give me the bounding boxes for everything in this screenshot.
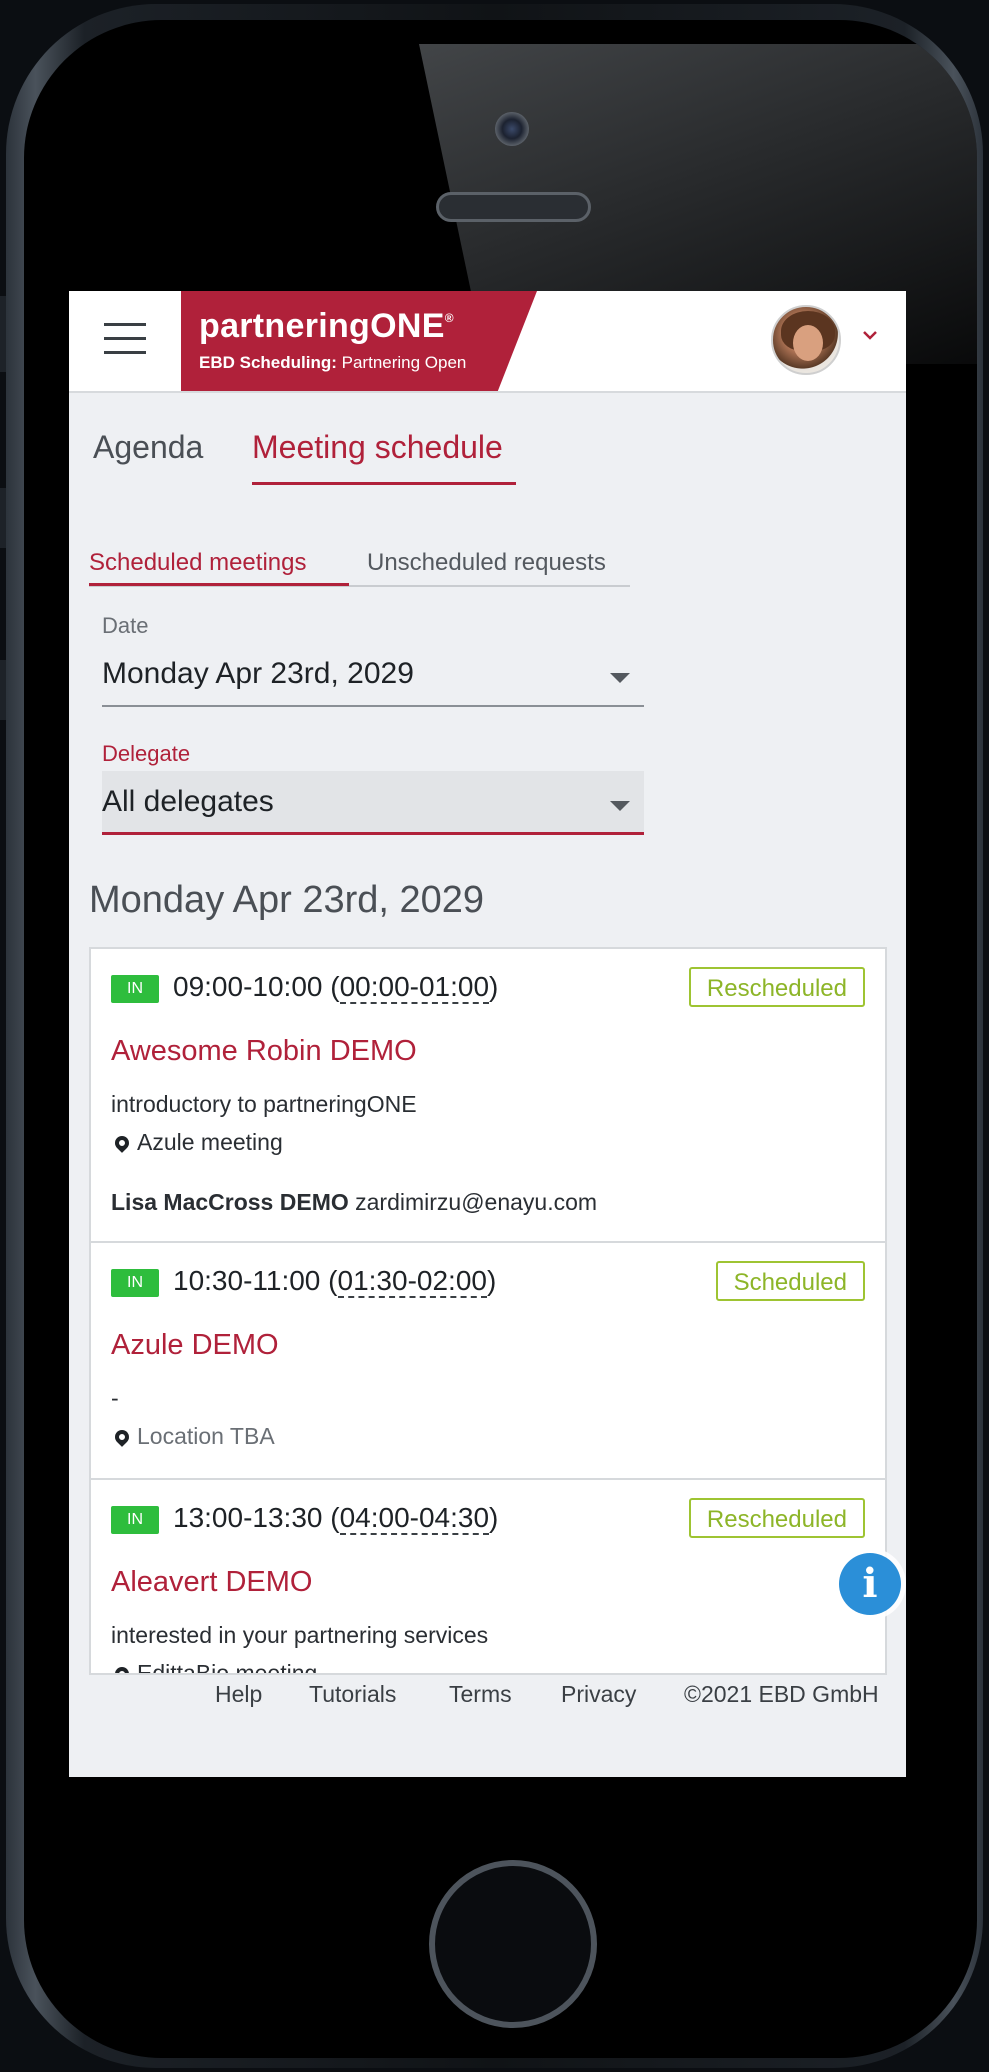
company-name[interactable]: Azule DEMO (111, 1329, 279, 1362)
tab-scheduled-meetings[interactable]: Scheduled meetings (89, 549, 306, 577)
meeting-list: IN 09:00-10:00 (00:00-01:00) Rescheduled… (89, 947, 887, 1675)
company-name[interactable]: Aleavert DEMO (111, 1566, 312, 1599)
main-tabs: Agenda Meeting schedule (69, 391, 906, 491)
meeting-location: Azule meeting (112, 1129, 283, 1156)
contact-name: Lisa MacCross DEMO (111, 1189, 349, 1215)
footer-link-tutorials[interactable]: Tutorials (309, 1681, 396, 1708)
brand-logo[interactable]: partneringONE® EBD Scheduling: Partnerin… (181, 291, 537, 391)
status-badge: Rescheduled (688, 967, 865, 1007)
meeting-description: interested in your partnering services (111, 1622, 489, 1648)
phone-frame: partneringONE® EBD Scheduling: Partnerin… (0, 0, 989, 2072)
meeting-location: EdittaBio meeting (112, 1660, 317, 1673)
meeting-card[interactable]: IN 13:00-13:30 (04:00-04:30) Rescheduled… (91, 1480, 885, 1673)
user-avatar[interactable] (771, 305, 841, 375)
date-select[interactable]: Monday Apr 23rd, 2029 (102, 643, 644, 707)
meeting-card[interactable]: IN 09:00-10:00 (00:00-01:00) Rescheduled… (91, 949, 885, 1243)
status-badge: Rescheduled (688, 1498, 865, 1538)
volume-down-button (0, 660, 6, 720)
meeting-time: 13:00-13:30 (04:00-04:30) (173, 1502, 499, 1535)
dropdown-arrow-icon (610, 801, 630, 811)
volume-up-button (0, 488, 6, 548)
tab-agenda[interactable]: Agenda (93, 429, 203, 466)
home-button[interactable] (429, 1860, 597, 2028)
sub-tabs: Scheduled meetings Unscheduled requests (89, 521, 630, 587)
menu-icon[interactable] (104, 321, 146, 357)
date-label: Date (102, 613, 149, 638)
meeting-card[interactable]: IN 10:30-11:00 (01:30-02:00) Scheduled A… (91, 1243, 885, 1480)
in-badge: IN (111, 1269, 159, 1297)
day-heading: Monday Apr 23rd, 2029 (89, 879, 485, 921)
contact-email: zardimirzu@enayu.com (355, 1189, 598, 1215)
local-time[interactable]: 04:00-04:30 (339, 1502, 490, 1535)
in-badge: IN (111, 1506, 159, 1534)
meeting-description: introductory to partneringONE (111, 1091, 417, 1117)
earpiece-speaker (436, 192, 591, 222)
in-badge: IN (111, 975, 159, 1003)
top-bar: partneringONE® EBD Scheduling: Partnerin… (69, 291, 906, 393)
active-subtab-indicator (89, 583, 349, 586)
meeting-contact: Lisa MacCross DEMO zardimirzu@enayu.com (111, 1189, 597, 1216)
active-tab-indicator (252, 482, 516, 485)
info-icon[interactable]: i (839, 1553, 901, 1615)
meeting-location: Location TBA (112, 1423, 275, 1450)
brand-name: partneringONE® (199, 307, 454, 345)
meeting-description: - (111, 1385, 119, 1411)
status-badge: Scheduled (715, 1261, 865, 1301)
chevron-down-icon[interactable] (862, 327, 878, 343)
footer: Help Tutorials Terms Privacy ©2021 EBD G… (69, 1681, 906, 1721)
brand-subtitle: EBD Scheduling: Partnering Open (199, 353, 467, 372)
app-screen: partneringONE® EBD Scheduling: Partnerin… (69, 291, 906, 1777)
delegate-select-value: All delegates (102, 785, 274, 818)
mute-switch (0, 296, 6, 372)
copyright: ©2021 EBD GmbH (684, 1681, 879, 1707)
dropdown-arrow-icon (610, 673, 630, 683)
location-pin-icon (112, 1664, 132, 1673)
footer-link-help[interactable]: Help (215, 1681, 262, 1708)
location-pin-icon (112, 1427, 132, 1447)
location-pin-icon (112, 1133, 132, 1153)
local-time[interactable]: 00:00-01:00 (339, 971, 490, 1004)
meeting-time: 09:00-10:00 (00:00-01:00) (173, 971, 499, 1004)
tab-unscheduled-requests[interactable]: Unscheduled requests (367, 549, 606, 577)
meeting-time: 10:30-11:00 (01:30-02:00) (173, 1265, 497, 1298)
front-camera (495, 112, 529, 146)
footer-link-privacy[interactable]: Privacy (561, 1681, 636, 1708)
date-select-value: Monday Apr 23rd, 2029 (102, 657, 414, 690)
company-name[interactable]: Awesome Robin DEMO (111, 1035, 417, 1068)
delegate-select[interactable]: All delegates (102, 771, 644, 835)
tab-meeting-schedule[interactable]: Meeting schedule (252, 429, 503, 466)
local-time[interactable]: 01:30-02:00 (337, 1265, 487, 1298)
delegate-label: Delegate (102, 741, 191, 766)
footer-link-terms[interactable]: Terms (449, 1681, 512, 1708)
